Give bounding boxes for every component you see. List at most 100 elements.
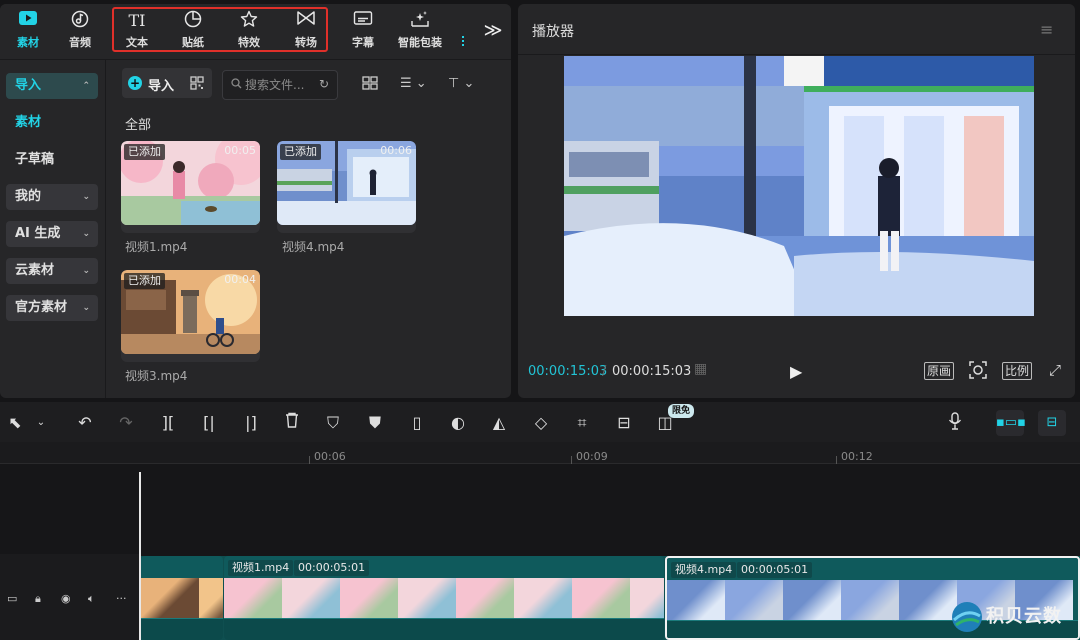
tab-audio[interactable]: 音频 — [52, 10, 108, 56]
watermark-text: 积贝云数 — [986, 606, 1062, 627]
total-time: 00:00:15:03 — [612, 364, 692, 379]
ruler-tick-label: 00:06 — [314, 450, 346, 463]
lock-icon[interactable]: 🔒︎ — [35, 592, 41, 606]
volume-icon[interactable]: 🔈︎ — [88, 592, 95, 606]
sort-icon[interactable]: ☰ ⌄ — [400, 76, 427, 91]
smart-pack-icon — [392, 10, 448, 32]
microphone-icon[interactable] — [944, 412, 966, 434]
menu-icon[interactable]: ≡ — [1040, 20, 1053, 39]
reverse-play-icon[interactable]: ◐ — [447, 412, 469, 434]
search-input[interactable] — [245, 76, 315, 94]
ruler-tick-label: 00:09 — [576, 450, 608, 463]
scroll-dots — [462, 36, 464, 46]
qr-code-icon[interactable] — [190, 76, 204, 90]
split-left-icon[interactable]: [| — [198, 412, 220, 434]
sidebar-item-import[interactable]: 导入 ⌃ — [6, 73, 98, 99]
split-icon[interactable]: ][ — [157, 412, 179, 434]
media-card[interactable]: 已添加 00:04 — [121, 270, 260, 362]
ratio-button[interactable]: 比例 — [1002, 362, 1033, 380]
sidebar-item-mine[interactable]: 我的 ⌄ — [6, 184, 98, 210]
original-quality-button[interactable]: 原画 — [924, 362, 955, 380]
filter-icon[interactable]: ⊤ ⌄ — [448, 76, 474, 91]
watermark-logo — [952, 602, 982, 632]
added-badge: 已添加 — [280, 144, 321, 160]
timeline-ruler[interactable]: 00:06 00:09 00:12 — [0, 442, 1080, 464]
grid-view-icon[interactable] — [362, 76, 378, 94]
undo-icon[interactable]: ↶ — [74, 412, 96, 434]
timeline-clip[interactable]: 视频1.mp4 00:00:05:01 — [224, 556, 664, 640]
media-card[interactable]: 已添加 00:05 — [121, 141, 260, 233]
ruler-tick — [571, 456, 572, 464]
ruler-tick — [836, 456, 837, 464]
music-note-icon — [52, 10, 108, 32]
mirror-icon[interactable]: ◭ — [488, 412, 510, 434]
added-badge: 已添加 — [124, 273, 165, 289]
plus-circle-icon: + — [128, 76, 142, 90]
rotate-icon[interactable]: ◇ — [530, 412, 552, 434]
card-filename: 视频4.mp4 — [282, 240, 345, 254]
player-panel: 播放器 ≡ 00:00:15:03 / 00:00:15:03 ▦ ▶ 原画 比… — [518, 4, 1075, 398]
sidebar: 导入 ⌃ 素材 子草稿 我的 ⌄ AI 生成 ⌄ 云素材 ⌄ 官方素材 ⌄ — [0, 60, 106, 398]
import-button[interactable]: + 导入 — [122, 68, 212, 98]
card-filename: 视频1.mp4 — [125, 240, 188, 254]
playhead[interactable] — [139, 472, 141, 640]
refresh-icon[interactable]: ↻ — [319, 77, 329, 91]
fullscreen-icon[interactable]: ⤢ — [1049, 361, 1061, 379]
chevron-down-icon: ⌄ — [82, 192, 90, 202]
more-icon[interactable]: ··· — [116, 592, 127, 605]
media-card[interactable]: 已添加 00:06 — [277, 141, 416, 233]
free-limited-badge: 限免 — [668, 404, 695, 418]
sidebar-item-cloud-material[interactable]: 云素材 ⌄ — [6, 258, 98, 284]
link-clips-icon[interactable]: ▪▭▪ — [996, 410, 1026, 436]
clip-frames — [141, 578, 223, 618]
duration-label: 00:06 — [380, 144, 412, 157]
app-window: 素材 音频 TI 文本 贴纸 特效 转场 字幕 智能包装 ≫ 导入 ⌃ 素材 子… — [0, 0, 1080, 640]
sidebar-item-sub-draft[interactable]: 子草稿 — [6, 147, 98, 173]
chevron-up-icon: ⌃ — [82, 81, 90, 91]
freeze-frame-icon[interactable]: ▯ — [406, 412, 428, 434]
highlight-box — [112, 7, 328, 52]
chevron-down-icon: ⌄ — [82, 229, 90, 239]
timeline-clip[interactable] — [141, 556, 223, 640]
sidebar-item-official-material[interactable]: 官方素材 ⌄ — [6, 295, 98, 321]
section-label: 全部 — [125, 118, 152, 133]
ruler-tick-label: 00:12 — [841, 450, 873, 463]
tab-subtitle[interactable]: 字幕 — [335, 10, 391, 56]
shield-icon[interactable]: ⛉ — [322, 412, 344, 434]
grid-icon[interactable]: ▦ — [694, 361, 707, 377]
cover-icon[interactable]: ▭ — [7, 592, 17, 605]
clip-duration: 00:00:05:01 — [737, 562, 813, 578]
search-box: ↻ — [222, 70, 338, 100]
duration-label: 00:04 — [224, 273, 256, 286]
text-recognize-icon[interactable]: ⊟ — [613, 412, 635, 434]
audio-waveform — [141, 618, 223, 640]
duration-label: 00:05 — [224, 144, 256, 157]
media-panel: 素材 音频 TI 文本 贴纸 特效 转场 字幕 智能包装 ≫ 导入 ⌃ 素材 子… — [0, 4, 511, 398]
edit-toolbar: ⬉ ⌄ ↶ ↷ ][ [| |] ⛉ ⛊ ▯ ◐ ◭ ◇ ⌗ ⊟ ◫ 限免 ▪▭… — [0, 402, 1080, 442]
eye-icon[interactable]: ◉ — [61, 592, 71, 605]
time-separator: / — [602, 364, 607, 379]
more-tabs-icon[interactable]: ≫ — [480, 18, 506, 44]
marker-icon[interactable]: ⛊ — [364, 412, 386, 434]
chevron-down-icon: ⌄ — [82, 266, 90, 276]
clip-frames — [224, 578, 664, 618]
player-title: 播放器 — [532, 24, 574, 40]
video-preview[interactable] — [564, 56, 1034, 316]
chevron-down-icon[interactable]: ⌄ — [30, 412, 52, 434]
sidebar-item-ai-generate[interactable]: AI 生成 ⌄ — [6, 221, 98, 247]
tab-smart-pack[interactable]: 智能包装 — [392, 10, 448, 56]
clip-name: 视频1.mp4 — [228, 560, 294, 576]
redo-icon[interactable]: ↷ — [115, 412, 137, 434]
top-tab-bar: 素材 音频 TI 文本 贴纸 特效 转场 字幕 智能包装 ≫ — [0, 4, 511, 60]
split-right-icon[interactable]: |] — [240, 412, 262, 434]
search-icon — [231, 78, 242, 92]
preview-axis-icon[interactable]: ⊟ — [1038, 410, 1066, 436]
sidebar-item-material[interactable]: 素材 — [6, 110, 98, 136]
delete-icon[interactable] — [281, 412, 303, 434]
crop-icon[interactable]: ⌗ — [571, 412, 593, 434]
select-cursor-icon[interactable]: ⬉ — [4, 412, 26, 434]
tab-media[interactable]: 素材 — [0, 10, 56, 56]
added-badge: 已添加 — [124, 144, 165, 160]
focus-icon[interactable] — [968, 360, 988, 384]
play-button[interactable]: ▶ — [790, 362, 802, 381]
